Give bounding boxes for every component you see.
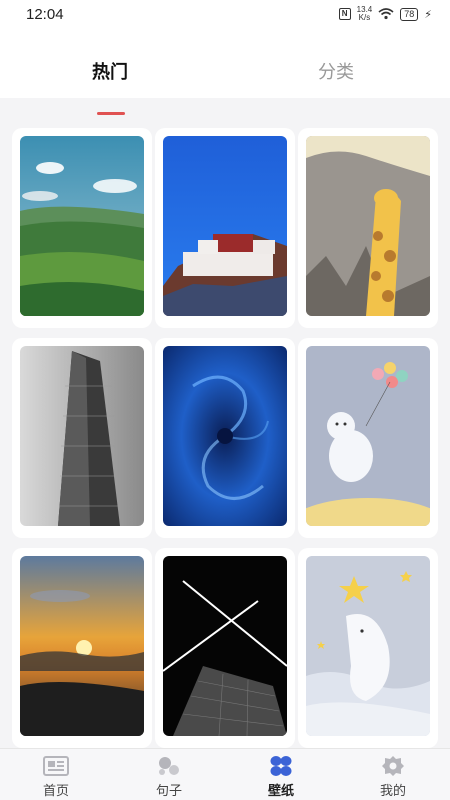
wifi-icon xyxy=(378,8,394,20)
status-icons: N 13.4 K/s 78 ⚡ xyxy=(338,6,432,22)
top-tab-bar: 热门 分类 xyxy=(0,30,450,115)
nav-home[interactable]: 首页 xyxy=(21,755,91,799)
wallpaper-card-blue-swirl[interactable] xyxy=(155,338,295,538)
home-news-icon xyxy=(21,755,91,777)
wallpaper-card-dolphin[interactable] xyxy=(298,548,438,748)
network-speed-unit: K/s xyxy=(358,13,371,22)
wallpaper-card-palace[interactable] xyxy=(155,128,295,328)
nav-mine[interactable]: 我的 xyxy=(358,755,428,799)
status-time: 12:04 xyxy=(26,6,64,23)
active-tab-indicator xyxy=(97,112,125,115)
wallpaper-image xyxy=(20,556,144,736)
bolt-icon: ⚡ xyxy=(424,8,432,21)
grid-petals-icon xyxy=(246,755,316,777)
wallpaper-card-sunset[interactable] xyxy=(12,548,152,748)
wallpaper-image xyxy=(163,556,287,736)
gear-icon xyxy=(358,755,428,777)
nav-sentences-label: 句子 xyxy=(155,783,182,798)
wallpaper-image xyxy=(20,346,144,526)
nav-wallpaper-label: 壁纸 xyxy=(267,783,294,798)
nav-mine-label: 我的 xyxy=(379,783,406,798)
wallpaper-image xyxy=(163,346,287,526)
nav-sentences[interactable]: 句子 xyxy=(134,755,204,799)
network-speed: 13.4 K/s xyxy=(357,6,373,22)
wallpaper-card-jet-trails[interactable] xyxy=(155,548,295,748)
battery-indicator: 78 xyxy=(400,7,419,21)
wallpaper-image xyxy=(306,556,430,736)
wallpaper-card-green-hills[interactable] xyxy=(12,128,152,328)
tab-hot[interactable]: 热门 xyxy=(92,58,128,84)
wallpaper-image xyxy=(20,136,144,316)
nav-wallpaper[interactable]: 壁纸 xyxy=(246,755,316,799)
bubbles-icon xyxy=(134,755,204,777)
wallpaper-card-skyscraper[interactable] xyxy=(12,338,152,538)
status-bar: 12:04 N 13.4 K/s 78 ⚡ xyxy=(0,0,450,30)
bottom-nav: 首页 句子 壁纸 我的 xyxy=(0,748,450,800)
wallpaper-image xyxy=(306,136,430,316)
wallpaper-image xyxy=(306,346,430,526)
tab-category[interactable]: 分类 xyxy=(318,58,354,84)
nfc-icon: N xyxy=(338,8,351,20)
wallpaper-card-polar-bear[interactable] xyxy=(298,338,438,538)
wallpaper-card-giraffe[interactable] xyxy=(298,128,438,328)
nav-home-label: 首页 xyxy=(42,783,69,798)
wallpaper-image xyxy=(163,136,287,316)
